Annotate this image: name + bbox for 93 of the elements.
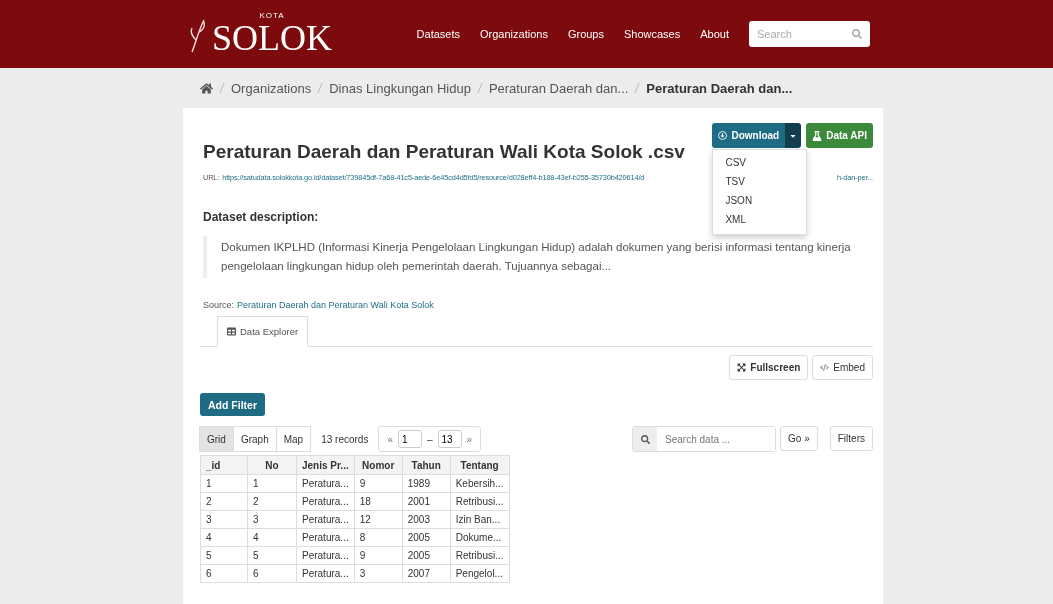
table-cell: Peratura...: [296, 474, 355, 493]
logo-text[interactable]: SOLOK: [212, 20, 332, 56]
nav-link[interactable]: About: [700, 28, 729, 40]
table-cell: 2005: [402, 528, 451, 547]
search-icon: [640, 434, 650, 444]
slash-icon: [219, 82, 225, 94]
table-cell: 6: [247, 564, 297, 583]
range-dash: –: [426, 433, 433, 445]
nav-link[interactable]: Groups: [567, 28, 604, 40]
page-to-field[interactable]: 13: [437, 430, 462, 448]
table-cell: 2003: [402, 510, 451, 529]
tab[interactable]: Data Explorer: [217, 316, 309, 347]
table-cell: 1989: [402, 474, 451, 493]
column-header[interactable]: Jenis Pr...: [296, 455, 355, 475]
nav-link[interactable]: Datasets: [416, 28, 461, 40]
table-cell: 1: [200, 474, 248, 493]
column-header[interactable]: Tahun: [402, 455, 451, 475]
search-data-field[interactable]: Search data ...: [632, 426, 777, 452]
menu-item[interactable]: JSON: [713, 192, 807, 211]
flask-icon: [812, 130, 823, 141]
table-cell: 12: [354, 510, 403, 529]
home-icon[interactable]: [200, 81, 213, 95]
table-cell: Dokume...: [450, 528, 509, 547]
column-header[interactable]: Tentang: [450, 455, 509, 475]
table-cell: 5: [200, 546, 248, 565]
table-icon: [227, 327, 236, 336]
column-header[interactable]: No: [247, 455, 297, 475]
nav-link[interactable]: Organizations: [480, 28, 548, 40]
table-cell: 9: [354, 546, 403, 565]
table-cell: Pengelol...: [450, 564, 509, 583]
source-label: Source:: [203, 300, 235, 310]
page-from-field[interactable]: 1: [397, 430, 422, 448]
resource-title: Peraturan Daerah dan Peraturan Wali Kota Solok .csv: [203, 141, 685, 163]
filters-button[interactable]: Filters: [829, 426, 873, 451]
table-cell: Peratura...: [296, 564, 355, 583]
breadcrumb-link[interactable]: Organizations: [231, 80, 312, 96]
table-cell: Izin Ban...: [450, 510, 509, 529]
table-cell: 2007: [402, 564, 451, 583]
breadcrumb-current: Peraturan Daerah dan...: [646, 80, 793, 96]
add-filter-button[interactable]: Add Filter: [200, 393, 265, 416]
download-button[interactable]: Download: [712, 123, 786, 148]
next-link[interactable]: »: [466, 433, 473, 445]
description-text: Dokumen IKPLHD (Informasi Kinerja Pengelolaan Lingkungan Hidup) adalah dokumen yang berisi informasi tentang kinerja pengelolaan lingkungan hidup oleh pemerintah daerah. Tujuannya sebagai...: [203, 236, 873, 278]
go-button[interactable]: Go »: [780, 426, 818, 451]
nav-link[interactable]: Showcases: [624, 28, 681, 40]
logo-subtitle: KOTA: [259, 12, 285, 20]
embed-button[interactable]: Embed: [812, 355, 873, 380]
table-cell: 18: [354, 492, 403, 511]
menu-item[interactable]: CSV: [713, 154, 807, 173]
table-cell: Retribusi...: [450, 492, 509, 511]
menu-item[interactable]: TSV: [713, 173, 807, 192]
expand-icon: [737, 363, 747, 372]
menu-item[interactable]: XML: [713, 211, 807, 230]
record-count: 13 records: [321, 433, 369, 445]
table-cell: Peratura...: [296, 528, 355, 547]
slash-icon: [634, 82, 641, 94]
table-cell: 6: [200, 564, 248, 583]
table-cell: 2: [200, 492, 248, 511]
source-link[interactable]: Peraturan Daerah dan Peraturan Wali Kota Solok: [237, 300, 434, 310]
table-cell: 2001: [402, 492, 451, 511]
table-cell: Kebersih...: [450, 474, 509, 493]
table-cell: Retribusi...: [450, 546, 509, 565]
table-cell: Peratura...: [296, 546, 355, 565]
data-api-button[interactable]: Data API: [806, 123, 873, 148]
code-icon: [820, 363, 830, 372]
table-cell: 9: [354, 474, 403, 493]
table-cell: Peratura...: [296, 492, 355, 511]
table-cell: 2: [247, 492, 297, 511]
column-header[interactable]: Nomor: [354, 455, 403, 475]
view-button[interactable]: Map: [275, 426, 312, 452]
table-cell: 4: [200, 528, 248, 547]
table-cell: 1: [247, 474, 297, 493]
section-heading: Dataset description:: [203, 210, 319, 224]
breadcrumb-link[interactable]: Peraturan Daerah dan...: [488, 80, 629, 96]
download-icon: [718, 131, 728, 140]
view-button[interactable]: Graph: [232, 426, 277, 452]
dropdown-toggle[interactable]: [785, 123, 802, 148]
search-icon: [852, 29, 862, 39]
prev-link[interactable]: «: [387, 433, 393, 445]
fullscreen-button[interactable]: Fullscreen: [729, 355, 809, 380]
table-cell: 3: [200, 510, 248, 529]
table-cell: 5: [247, 546, 297, 565]
table-cell: 8: [354, 528, 403, 547]
table-cell: 4: [247, 528, 297, 547]
table-cell: 2005: [402, 546, 451, 565]
slash-icon: [317, 82, 324, 94]
slash-icon: [476, 82, 483, 94]
table-cell: 3: [247, 510, 297, 529]
table-cell: Peratura...: [296, 510, 355, 529]
view-button[interactable]: Grid: [199, 426, 234, 452]
table-cell: 3: [354, 564, 403, 583]
column-header[interactable]: _id: [200, 455, 248, 475]
breadcrumb-link[interactable]: Dinas Lingkungan Hidup: [329, 80, 471, 96]
